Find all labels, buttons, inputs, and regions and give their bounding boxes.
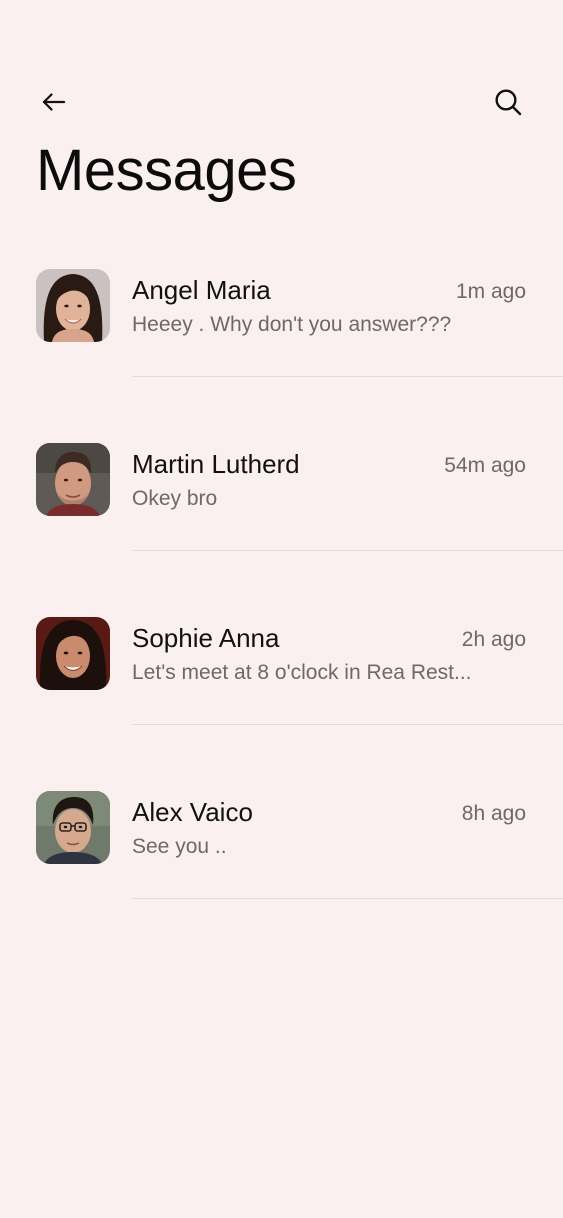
back-button[interactable] <box>36 84 72 120</box>
avatar-alex-vaico-image <box>36 791 110 864</box>
divider <box>132 550 563 551</box>
contact-name: Angel Maria <box>132 275 271 305</box>
divider <box>132 376 563 377</box>
message-time: 2h ago <box>461 628 526 651</box>
message-item-angel-maria[interactable]: Angel Maria 1m ago Heeey . Why don't you… <box>0 269 563 443</box>
message-item-martin-lutherd[interactable]: Martin Lutherd 54m ago Okey bro <box>0 443 563 617</box>
avatar <box>36 269 110 342</box>
message-time: 8h ago <box>461 802 526 825</box>
message-preview: Let's meet at 8 o'clock in Rea Rest... <box>132 661 472 684</box>
message-preview: Heeey . Why don't you answer??? <box>132 313 452 336</box>
message-time: 1m ago <box>455 280 526 303</box>
avatar <box>36 443 110 516</box>
contact-name: Martin Lutherd <box>132 449 300 479</box>
avatar-sophie-anna-image <box>36 617 110 690</box>
avatar-angel-maria-image <box>36 269 110 342</box>
arrow-left-icon <box>42 93 66 111</box>
search-icon <box>495 89 522 116</box>
search-button[interactable] <box>490 84 526 120</box>
message-item-sophie-anna[interactable]: Sophie Anna 2h ago Let's meet at 8 o'clo… <box>0 617 563 791</box>
message-item-alex-vaico[interactable]: Alex Vaico 8h ago See you .. <box>0 791 563 965</box>
avatar <box>36 791 110 864</box>
divider <box>132 724 563 725</box>
avatar-martin-lutherd-image <box>36 443 110 516</box>
divider <box>132 898 563 899</box>
message-preview: See you .. <box>132 835 227 858</box>
page-title: Messages <box>36 138 297 203</box>
contact-name: Sophie Anna <box>132 623 280 653</box>
contact-name: Alex Vaico <box>132 797 253 827</box>
avatar <box>36 617 110 690</box>
message-list: Angel Maria 1m ago Heeey . Why don't you… <box>0 269 563 965</box>
message-preview: Okey bro <box>132 487 218 510</box>
top-bar <box>0 84 563 120</box>
message-time: 54m ago <box>444 454 526 477</box>
